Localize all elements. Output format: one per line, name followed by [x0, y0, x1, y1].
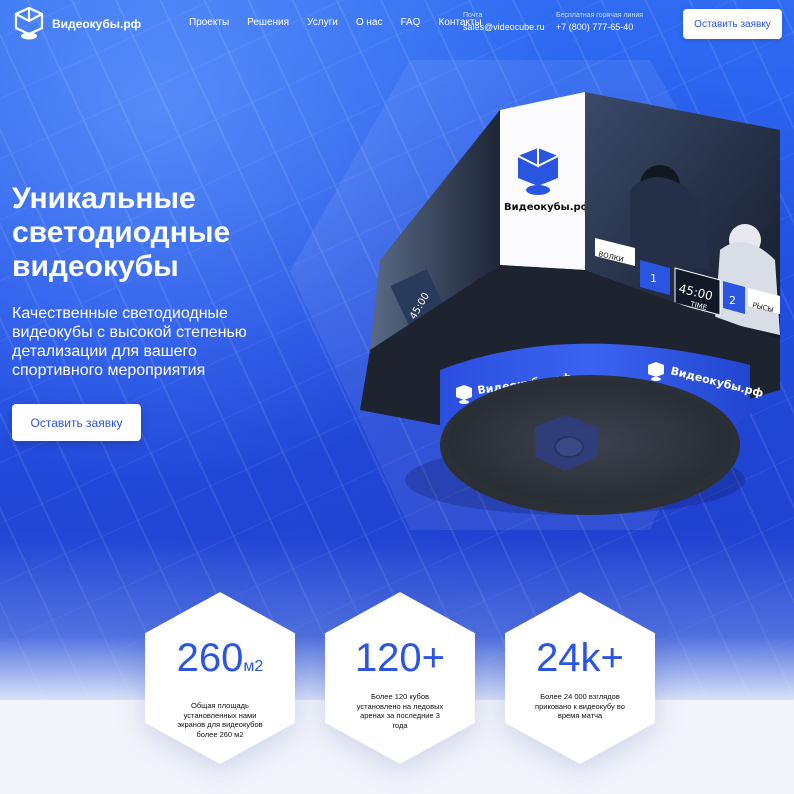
brand-name: Видеокубы.рф [52, 17, 142, 31]
main-nav: Проекты Решения Услуги О нас FAQ Контакт… [189, 17, 482, 28]
stat-value: 24k+ [536, 636, 624, 680]
nav-faq[interactable]: FAQ [400, 17, 420, 28]
hero-title: Уникальные светодиодные видеокубы [12, 182, 312, 284]
nav-solutions[interactable]: Решения [247, 17, 289, 28]
email-label: Почта [463, 12, 483, 19]
stat-area: 260м2 Общая площадь установленных нами э… [145, 592, 295, 764]
phone-label: Бесплатная горячая линия [556, 12, 644, 19]
stat-card: 260м2 Общая площадь установленных нами э… [145, 592, 295, 764]
stat-card: 24k+ Более 24 000 взглядов приковано к в… [505, 592, 655, 764]
brand-logo[interactable]: Видеокубы.рф [14, 6, 141, 42]
stat-description: Общая площадь установленных нами экранов… [177, 701, 263, 739]
hero-title-line: светодиодные [12, 216, 231, 249]
stat-value: 120+ [354, 636, 446, 680]
email-block: Почта sales@videocube.ru [463, 12, 545, 32]
phone-link[interactable]: +7 (800) 777-65-40 [556, 22, 643, 32]
stat-value: 260м2 [176, 636, 264, 680]
stat-card: 120+ Более 120 кубов установлено на ледо… [325, 592, 475, 764]
cube-face-brand: Видеокубы.рф [504, 201, 591, 213]
email-link[interactable]: sales@videocube.ru [463, 22, 545, 32]
stat-description: Более 120 кубов установлено на ледовых а… [356, 692, 444, 730]
videocube-illustration: 45:00 Видеокубы.рф ВОЛКИ 1 45:00 TIME 2 … [360, 92, 780, 515]
hero-title-line: видеокубы [12, 250, 179, 283]
team-right-score: 2 [729, 294, 736, 307]
header-cta-button[interactable]: Оставить заявку [683, 9, 782, 39]
team-left-score: 1 [650, 272, 657, 285]
hero-title-line: Уникальные [12, 182, 196, 215]
nav-projects[interactable]: Проекты [189, 17, 229, 28]
nav-about[interactable]: О нас [356, 17, 383, 28]
hero-cta-button[interactable]: Оставить заявку [12, 404, 141, 441]
nav-services[interactable]: Услуги [307, 17, 338, 28]
stat-views: 24k+ Более 24 000 взглядов приковано к в… [505, 592, 655, 764]
stat-description: Более 24 000 взглядов приковано к видеок… [535, 692, 625, 720]
hero-subtitle: Качественные светодиодные видеокубы с вы… [12, 305, 247, 379]
cube-logo-icon [14, 6, 44, 40]
stat-cubes: 120+ Более 120 кубов установлено на ледо… [325, 592, 475, 764]
stat-unit: м2 [243, 658, 264, 675]
phone-block: Бесплатная горячая линия +7 (800) 777-65… [556, 12, 643, 32]
